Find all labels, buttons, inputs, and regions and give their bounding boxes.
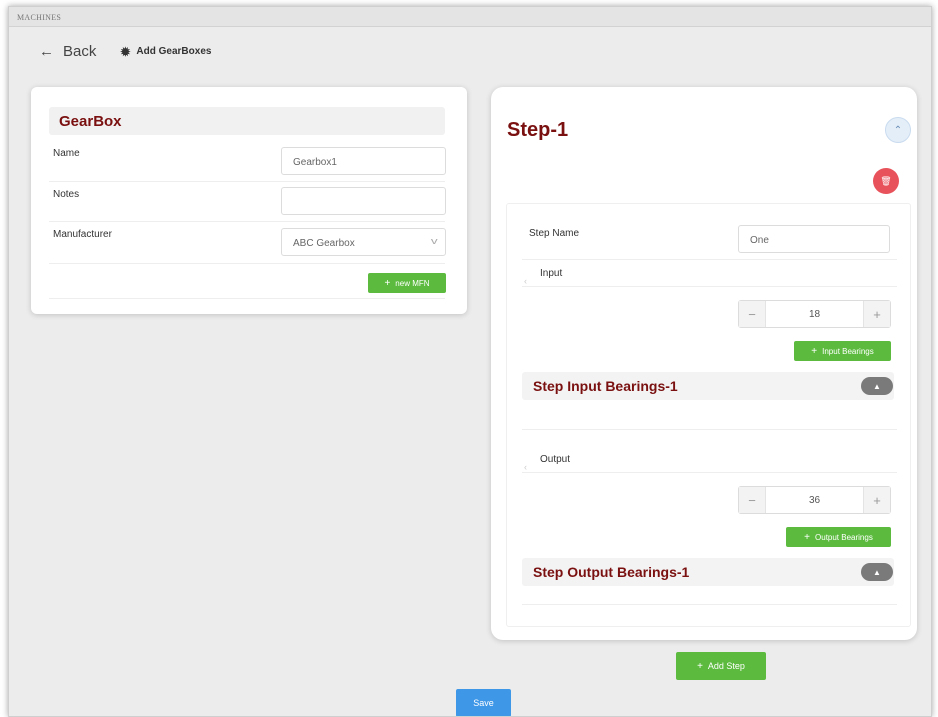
- add-output-bearings-button[interactable]: + Output Bearings: [786, 527, 891, 547]
- manufacturer-label: Manufacturer: [53, 229, 112, 240]
- output-bearings-label: Output Bearings: [815, 532, 873, 542]
- output-bearings-toggle-button[interactable]: ▲: [861, 563, 893, 581]
- input-bearings-toggle-button[interactable]: ▲: [861, 377, 893, 395]
- divider: [522, 472, 897, 473]
- gearbox-header: GearBox: [49, 107, 445, 135]
- divider: [49, 221, 445, 222]
- breadcrumb: ← Back ✹ Add GearBoxes: [39, 43, 211, 60]
- chevron-left-icon: ‹: [524, 276, 527, 286]
- step-title: Step-1: [507, 119, 569, 141]
- input-value[interactable]: 18: [765, 301, 864, 327]
- new-mfn-label: new MFN: [395, 278, 430, 288]
- step-name-field[interactable]: One: [738, 225, 890, 253]
- output-decrement-button[interactable]: −: [739, 487, 765, 513]
- input-increment-button[interactable]: +: [864, 301, 890, 327]
- output-bearings-section-header: Step Output Bearings-1 ▲: [522, 558, 894, 586]
- output-label: Output: [540, 454, 571, 465]
- input-label: Input: [540, 268, 563, 279]
- step-details-panel: Step Name One ‹ Input − 18 + + Input Bea…: [506, 203, 911, 627]
- arrow-left-icon: ←: [39, 43, 54, 60]
- divider: [522, 259, 897, 260]
- chevron-up-icon: ▲: [873, 381, 881, 391]
- save-button[interactable]: Save: [456, 689, 511, 716]
- chevron-left-icon: ‹: [524, 462, 527, 472]
- notes-label: Notes: [53, 189, 80, 200]
- collapse-step-button[interactable]: ⌃: [885, 117, 911, 143]
- gear-icon: ✹: [120, 44, 131, 59]
- back-button[interactable]: ← Back: [39, 43, 96, 60]
- input-stepper: − 18 +: [738, 300, 891, 328]
- divider: [49, 263, 445, 264]
- plus-icon: +: [384, 277, 391, 289]
- name-label: Name: [53, 148, 80, 159]
- chevron-up-icon: ▲: [873, 567, 881, 577]
- plus-icon: +: [811, 345, 818, 357]
- input-bearings-label: Input Bearings: [822, 346, 874, 356]
- chevron-down-icon: v: [430, 236, 438, 246]
- plus-icon: +: [697, 660, 703, 672]
- add-input-bearings-button[interactable]: + Input Bearings: [794, 341, 891, 361]
- new-mfn-button[interactable]: + new MFN: [368, 273, 446, 293]
- output-value[interactable]: 36: [765, 487, 864, 513]
- add-step-button[interactable]: + Add Step: [676, 652, 766, 680]
- manufacturer-value: ABC Gearbox: [293, 238, 355, 249]
- divider: [522, 286, 897, 287]
- gearbox-card: GearBox Name Gearbox1 Notes Manufacturer…: [31, 87, 467, 314]
- delete-step-button[interactable]: 🗑: [873, 168, 899, 194]
- divider: [522, 604, 897, 605]
- step-card: Step-1 ⌃ 🗑 Step Name One ‹ Input − 18 + …: [491, 87, 917, 640]
- breadcrumb-current: ✹ Add GearBoxes: [120, 45, 211, 59]
- divider: [49, 298, 445, 299]
- back-label: Back: [63, 43, 97, 60]
- input-decrement-button[interactable]: −: [739, 301, 765, 327]
- notes-field[interactable]: [281, 187, 446, 215]
- add-step-label: Add Step: [707, 661, 745, 671]
- gearbox-title: GearBox: [59, 113, 122, 130]
- breadcrumb-label: Add GearBoxes: [136, 46, 212, 57]
- output-bearings-title: Step Output Bearings-1: [533, 564, 690, 580]
- output-stepper: − 36 +: [738, 486, 891, 514]
- app-window: MACHINES ← Back ✹ Add GearBoxes GearBox …: [8, 6, 932, 717]
- output-increment-button[interactable]: +: [864, 487, 890, 513]
- trash-icon: 🗑: [880, 175, 892, 186]
- divider: [49, 181, 445, 182]
- window-title: MACHINES: [9, 7, 931, 27]
- input-bearings-title: Step Input Bearings-1: [533, 378, 678, 394]
- input-bearings-section-header: Step Input Bearings-1 ▲: [522, 372, 894, 400]
- chevron-up-icon: ⌃: [893, 124, 903, 136]
- plus-icon: +: [804, 531, 811, 543]
- manufacturer-select[interactable]: ABC Gearbox v: [281, 228, 446, 256]
- divider: [522, 429, 897, 430]
- name-field[interactable]: Gearbox1: [281, 147, 446, 175]
- step-name-label: Step Name: [529, 228, 580, 239]
